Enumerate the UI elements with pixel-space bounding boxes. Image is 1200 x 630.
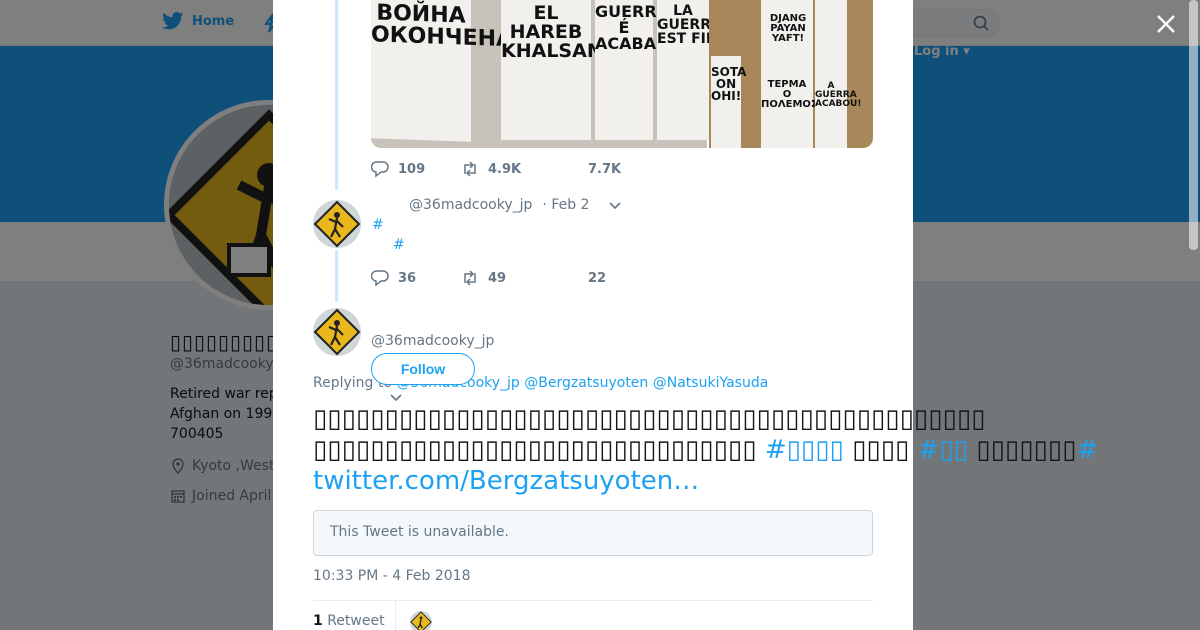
close-icon[interactable]: [1154, 12, 1178, 36]
tweet-stats: 1 Retweet: [313, 600, 873, 630]
poster: ВОЙНА ОКОНЧЕНА: [371, 0, 513, 142]
poster-text: SOTA ON OHI!: [711, 65, 747, 103]
reply-button[interactable]: 36: [371, 269, 461, 287]
stats-divider: [395, 601, 396, 630]
retweet-count: 4.9K: [488, 161, 522, 177]
like-button[interactable]: 7.7K: [561, 160, 621, 178]
retweet-stat[interactable]: 1 Retweet: [313, 613, 385, 629]
retweet-button[interactable]: 49: [461, 269, 561, 287]
poster: EL HAREB KHALSANA!: [501, 0, 626, 140]
tweet-handle[interactable]: @36madcooky_jp: [409, 197, 532, 213]
tweet-actions: 109 4.9K 7.7K: [371, 160, 621, 178]
retweet-icon: [464, 161, 476, 177]
thread-line: [335, 250, 338, 302]
chevron-down-icon[interactable]: [388, 389, 404, 405]
follow-button[interactable]: Follow: [371, 353, 475, 385]
like-button[interactable]: 22: [561, 269, 606, 287]
poster-text: ВОЙНА ОКОНЧЕНА: [371, 0, 514, 53]
thread-line: [335, 0, 338, 190]
mention-link[interactable]: @Bergzatsuyoten: [524, 375, 648, 391]
scrollbar-thumb[interactable]: [1189, 0, 1198, 250]
reply-button[interactable]: 109: [371, 160, 461, 178]
poster-text: A GUERRA ACABOU!: [815, 81, 862, 109]
tweet-text-segment: ▯▯▯▯▯▯▯: [968, 435, 1077, 465]
tweet-text-line: ▯▯▯▯▯▯▯▯▯▯▯▯▯▯▯▯▯▯▯▯▯▯▯▯▯▯▯▯▯▯▯ #▯▯▯▯ ▯▯…: [313, 435, 1098, 466]
like-count: 7.7K: [588, 161, 622, 177]
like-count: 22: [588, 270, 607, 286]
chevron-down-icon[interactable]: [607, 197, 623, 213]
media-photo[interactable]: SOTA ON OHI! ΤΕΡΜΑ Ο ΠΟΛΕΜΟΣ! A GUERRA A…: [709, 0, 873, 148]
retweet-button[interactable]: 4.9K: [461, 160, 561, 178]
reply-count: 36: [398, 270, 417, 286]
tweet-text-line: ▯▯▯▯▯▯▯▯▯▯▯▯▯▯▯▯▯▯▯▯▯▯▯▯▯▯▯▯▯▯▯▯▯▯▯▯▯▯▯▯…: [313, 404, 986, 434]
reply-icon: [371, 270, 389, 287]
media-photo[interactable]: ВОЙНА ОКОНЧЕНА EL HAREB KHALSANA! GUERRA…: [371, 0, 739, 148]
poster-text: DJANG PAYAN YAFT!: [769, 13, 807, 44]
avatar[interactable]: [313, 308, 361, 356]
retweet-count: 49: [488, 270, 507, 286]
tweet-media-grid[interactable]: ВОЙНА ОКОНЧЕНА EL HAREB KHALSANA! GUERRA…: [371, 0, 873, 148]
poster: A GUERRA ACABOU!: [815, 0, 861, 148]
tweet-handle[interactable]: @36madcooky_jp: [371, 333, 494, 349]
tweet-text: ▯▯▯▯▯▯▯▯▯▯▯▯▯▯▯▯▯▯▯▯▯▯▯▯▯▯▯▯▯▯▯▯▯▯▯▯▯▯▯▯…: [313, 404, 1098, 497]
hashtag-link[interactable]: #: [372, 217, 384, 233]
reply-icon: [371, 161, 389, 178]
scrollbar[interactable]: [1186, 0, 1200, 630]
hashtag-link[interactable]: #▯▯▯▯: [765, 435, 844, 465]
retweet-stat-label: Retweet: [322, 613, 385, 629]
poster: SOTA ON OHI!: [711, 56, 746, 148]
tweet-link[interactable]: twitter.com/Bergzatsuyoten…: [313, 466, 913, 497]
heart-icon: [562, 162, 578, 177]
heart-icon: [562, 271, 578, 286]
reply-count: 109: [398, 161, 426, 177]
tweet-timestamp[interactable]: 10:33 PM - 4 Feb 2018: [313, 568, 471, 584]
avatar[interactable]: [410, 611, 432, 630]
hashtag-link[interactable]: #: [393, 237, 405, 253]
tweet-text-segment: ▯▯▯▯: [843, 435, 918, 465]
tweet-text-segment: ▯▯▯▯▯▯▯▯▯▯▯▯▯▯▯▯▯▯▯▯▯▯▯▯▯▯▯▯▯▯▯: [313, 435, 765, 465]
avatar[interactable]: [313, 200, 361, 248]
retweet-stat-count: 1: [313, 613, 323, 629]
poster: GUERRA É ACABADA!: [595, 0, 689, 140]
retweet-icon: [464, 270, 476, 286]
tweet-actions: 36 49 22: [371, 269, 606, 287]
unavailable-quote-tweet: This Tweet is unavailable.: [313, 510, 873, 556]
tweet-date[interactable]: · Feb 2: [542, 197, 589, 213]
mention-link[interactable]: @NatsukiYasuda: [653, 375, 769, 391]
tweet-header: @36madcooky_jp · Feb 2: [409, 197, 623, 213]
poster: LA GUERRE EST FINIE!: [657, 0, 739, 140]
poster: DJANG PAYAN YAFT!: [763, 0, 813, 70]
poster-text: ΤΕΡΜΑ Ο ΠΟΛΕΜΟΣ!: [761, 79, 823, 110]
hashtag-link[interactable]: #▯▯: [918, 435, 968, 465]
hashtag-link[interactable]: #: [1076, 435, 1098, 465]
tweet-permalink-modal: ВОЙНА ОКОНЧЕНА EL HAREB KHALSANA! GUERRA…: [273, 0, 1098, 630]
